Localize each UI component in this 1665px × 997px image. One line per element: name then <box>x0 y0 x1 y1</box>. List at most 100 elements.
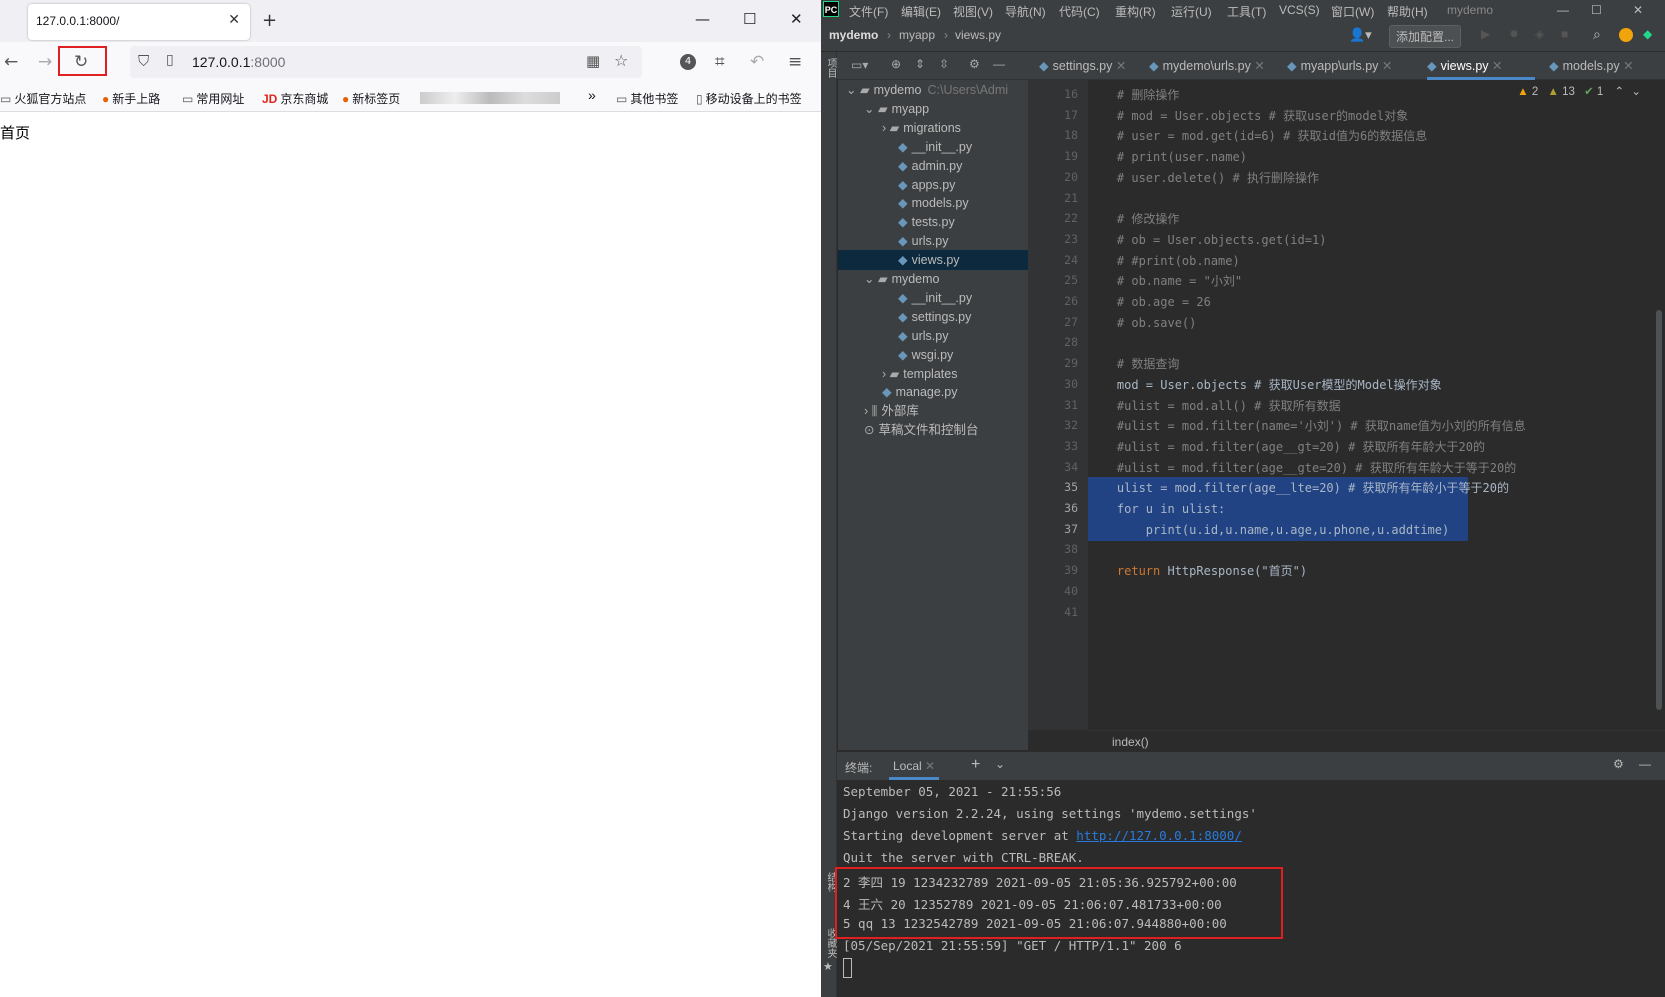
forward-icon[interactable]: → <box>38 52 52 72</box>
menu-edit[interactable]: 编辑(E) <box>901 3 941 20</box>
code-line[interactable]: # ob.save() <box>1088 312 1648 334</box>
qr-code-icon[interactable]: ▦ <box>586 52 600 70</box>
close-icon[interactable]: ✕ <box>228 12 240 28</box>
bookmark-item[interactable]: ▭ 常用网址 <box>182 90 244 107</box>
url-bar[interactable]: ⛉ ▯ 127.0.0.1:8000 ▦ ☆ <box>130 46 642 78</box>
code-line[interactable]: # print(user.name) <box>1088 146 1648 168</box>
add-terminal-icon[interactable]: + <box>971 756 980 774</box>
code-line[interactable] <box>1088 602 1648 624</box>
menu-help[interactable]: 帮助(H) <box>1387 3 1428 20</box>
add-config-button[interactable]: 添加配置... <box>1389 25 1462 48</box>
tree-item[interactable]: › ⫼ 外部库 <box>838 401 1028 421</box>
bookmark-item[interactable]: ● 新手上路 <box>102 90 160 107</box>
menu-vcs[interactable]: VCS(S) <box>1279 3 1320 17</box>
chevron-down-icon[interactable]: ⌄ <box>995 757 1005 771</box>
star-icon[interactable]: ★ <box>823 960 833 973</box>
terminal-tab-local[interactable]: Local ✕ <box>889 759 940 780</box>
minimize-icon[interactable]: — <box>1557 3 1569 17</box>
tree-item[interactable]: ⌄ ▰ mydemo <box>838 269 1028 289</box>
code-line[interactable]: # user = mod.get(id=6) # 获取id值为6的数据信息 <box>1088 125 1648 147</box>
tree-item[interactable]: ⊙ 草稿文件和控制台 <box>838 420 1028 440</box>
code-line[interactable]: #ulist = mod.filter(name='小刘') # 获取name值… <box>1088 415 1648 437</box>
browser-tab[interactable]: 127.0.0.1:8000/ ✕ <box>28 4 250 40</box>
tree-item[interactable]: ◆ urls.py <box>838 326 1028 346</box>
tab-settings[interactable]: ◆ settings.py ✕ <box>1039 58 1126 73</box>
function-crumb[interactable]: index() <box>1112 735 1149 749</box>
breadcrumb-project[interactable]: mydemo <box>829 28 878 42</box>
tree-item[interactable]: ◆ models.py <box>838 193 1028 213</box>
debug-icon[interactable]: ✹ <box>1509 27 1519 41</box>
expand-all-icon[interactable]: ⇕ <box>915 57 925 71</box>
update-icon[interactable] <box>1619 28 1633 42</box>
code-line[interactable] <box>1088 539 1648 561</box>
maximize-icon[interactable]: ☐ <box>1591 3 1602 17</box>
tab-myapp-urls[interactable]: ◆ myapp\urls.py ✕ <box>1287 58 1392 73</box>
code-line[interactable]: #ulist = mod.filter(age__gte=20) # 获取所有年… <box>1088 457 1648 479</box>
code-line[interactable]: # mod = User.objects # 获取user的model对象 <box>1088 105 1648 127</box>
menu-run[interactable]: 运行(U) <box>1171 3 1212 20</box>
maximize-icon[interactable]: ☐ <box>743 10 756 28</box>
code-line[interactable] <box>1088 581 1648 603</box>
plugin-icon[interactable]: ◆ <box>1643 27 1652 41</box>
extensions-badge[interactable]: 4 <box>680 54 696 70</box>
code-line[interactable]: # user.delete() # 执行删除操作 <box>1088 167 1648 189</box>
close-window-icon[interactable]: ✕ <box>1633 3 1643 17</box>
tree-item[interactable]: ◆ wsgi.py <box>838 345 1028 365</box>
tree-item[interactable]: ◆ views.py <box>838 250 1028 271</box>
tree-item[interactable]: ◆ __init__.py <box>838 288 1028 308</box>
reload-icon[interactable]: ↻ <box>74 52 88 72</box>
code-line[interactable]: # 数据查询 <box>1088 353 1648 375</box>
code-line[interactable]: #ulist = mod.filter(age__gt=20) # 获取所有年龄… <box>1088 436 1648 458</box>
minimize-icon[interactable]: — <box>695 10 710 28</box>
code-line[interactable]: # ob.name = "小刘" <box>1088 270 1648 292</box>
search-icon[interactable]: ⌕ <box>1593 26 1601 43</box>
menu-tools[interactable]: 工具(T) <box>1227 3 1266 20</box>
user-icon[interactable]: 👤▾ <box>1349 27 1372 43</box>
menu-file[interactable]: 文件(F) <box>849 3 888 20</box>
code-line[interactable]: # ob.age = 26 <box>1088 291 1648 313</box>
bookmark-item[interactable]: ● 新标签页 <box>342 90 400 107</box>
code-line[interactable]: print(u.id,u.name,u.age,u.phone,u.addtim… <box>1088 518 1468 541</box>
menu-window[interactable]: 窗口(W) <box>1331 3 1374 20</box>
code-line[interactable]: for u in ulist: <box>1088 498 1468 520</box>
gear-icon[interactable]: ⚙ <box>969 57 980 71</box>
tab-mydemo-urls[interactable]: ◆ mydemo\urls.py ✕ <box>1149 58 1265 73</box>
tree-item[interactable]: › ▰ templates <box>838 364 1028 384</box>
code-line[interactable]: return HttpResponse("首页") <box>1088 560 1648 582</box>
shield-icon[interactable]: ⛉ <box>138 52 149 70</box>
bookmark-folder[interactable]: ▯ 移动设备上的书签 <box>696 90 802 107</box>
tree-item[interactable]: ◆ urls.py <box>838 231 1028 251</box>
tab-views[interactable]: ◆ views.py ✕ <box>1427 58 1503 73</box>
tree-item[interactable]: ◆ __init__.py <box>838 137 1028 157</box>
menu-view[interactable]: 视图(V) <box>953 3 993 20</box>
menu-code[interactable]: 代码(C) <box>1059 3 1100 20</box>
url-text[interactable]: 127.0.0.1:8000 <box>192 54 285 70</box>
crop-icon[interactable]: ⌗ <box>715 52 725 72</box>
bookmark-folder[interactable]: ▭ 其他书签 <box>616 90 678 107</box>
bookmark-item[interactable]: ▭ 火狐官方站点 <box>0 90 86 107</box>
code-line[interactable] <box>1088 332 1648 354</box>
tree-item[interactable]: ◆ settings.py <box>838 307 1028 327</box>
undo-icon[interactable]: ↶ <box>750 52 764 72</box>
code-line[interactable]: # 修改操作 <box>1088 208 1648 230</box>
code-line[interactable]: #ulist = mod.all() # 获取所有数据 <box>1088 395 1648 417</box>
locate-icon[interactable]: ⊕ <box>891 57 901 71</box>
menu-icon[interactable]: ≡ <box>788 52 802 72</box>
tree-item[interactable]: ◆ manage.py <box>838 382 1028 402</box>
code-line[interactable]: mod = User.objects # 获取User模型的Model操作对象 <box>1088 374 1648 396</box>
project-tool-button[interactable]: 项目 <box>823 58 838 78</box>
menu-refactor[interactable]: 重构(R) <box>1115 3 1156 20</box>
stop-icon[interactable]: ■ <box>1561 27 1568 41</box>
menu-navigate[interactable]: 导航(N) <box>1005 3 1046 20</box>
terminal-output[interactable]: September 05, 2021 - 21:55:56 Django ver… <box>835 780 1665 997</box>
coverage-icon[interactable]: ◈ <box>1535 27 1544 41</box>
tab-models[interactable]: ◆ models.py ✕ <box>1549 58 1634 73</box>
run-icon[interactable]: ▶ <box>1481 27 1490 41</box>
hide-icon[interactable]: — <box>993 57 1005 71</box>
bookmark-item[interactable]: JD 京东商城 <box>262 90 328 107</box>
tree-item[interactable]: ◆ admin.py <box>838 156 1028 176</box>
code-editor[interactable]: # 删除操作 # mod = User.objects # 获取user的mod… <box>1088 80 1648 730</box>
close-window-icon[interactable]: ✕ <box>790 10 803 28</box>
breadcrumb-file[interactable]: views.py <box>955 28 1001 42</box>
tree-item[interactable]: ◆ apps.py <box>838 175 1028 195</box>
